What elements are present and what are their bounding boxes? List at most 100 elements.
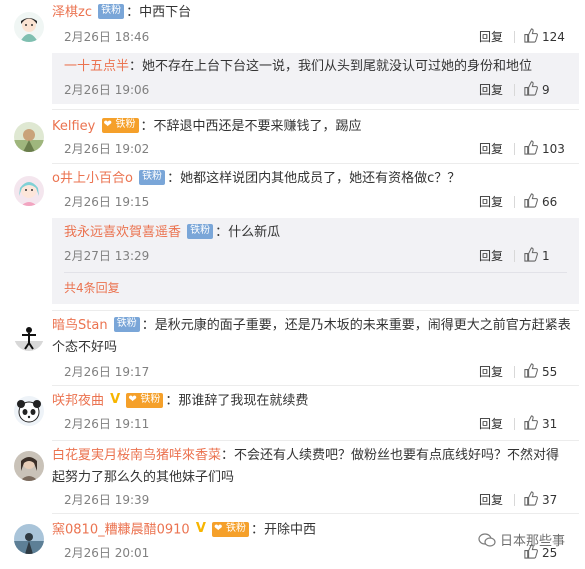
like-button[interactable]: 103 [523,139,575,159]
divider [52,109,579,110]
comment-text: 什么新瓜 [228,225,281,240]
divider [514,143,515,155]
reply-button[interactable]: 回复 [479,362,503,382]
username[interactable]: Kelfiey [52,119,95,134]
avatar[interactable] [14,12,44,42]
comment-body: 暗鸟Stan 铁粉 ：是秋元康的面子重要，还是乃木坂的未来重要，闹得更大之前官方赶… [52,317,571,355]
username[interactable]: 泽棋zc [52,5,92,20]
timestamp: 2月26日 19:11 [64,417,150,431]
divider [52,513,579,514]
comment-text: 那谁辞了我现在就续费 [178,393,309,409]
like-button[interactable]: 66 [523,192,575,212]
heart-icon: ❤ [214,522,223,534]
comment-text: 中西下台 [139,5,192,20]
comment-meta: 2月26日 19:06 回复 9 [52,80,575,100]
like-count: 37 [542,493,558,507]
divider [514,250,515,262]
timestamp: 2月26日 19:17 [64,365,150,379]
comment-text: 不辞退中西还是不要来赚钱了，踢应 [153,119,362,134]
username[interactable]: 咲邦夜曲 [52,394,104,409]
divider [52,385,579,386]
avatar[interactable] [14,524,44,554]
avatar[interactable] [14,176,44,206]
comment-body: 泽棋zc 铁粉 ：中西下台 [52,4,192,20]
thumbs-up-icon [524,247,538,262]
timestamp: 2月26日 19:15 [64,195,150,209]
divider [514,366,515,378]
fan-badge: 铁粉 [187,224,214,239]
heart-icon: ❤ [103,119,112,130]
username[interactable]: o井上小百合o [52,171,133,186]
comment-meta: 2月26日 19:17 回复 55 [52,362,575,382]
watermark-text: 日本那些事 [499,534,565,549]
like-count: 55 [542,365,558,379]
fan-badge: 铁粉 [98,4,125,19]
fan-badge: ❤ 铁粉 [126,392,164,408]
reply-button[interactable]: 回复 [479,27,503,47]
avatar[interactable] [14,451,44,481]
comment-meta: 2月26日 19:39 回复 37 [52,490,575,510]
fan-badge: ❤ 铁粉 [212,521,250,537]
reply-button[interactable]: 回复 [479,414,503,434]
divider [514,196,515,208]
view-more-replies-link[interactable]: 共4条回复 [64,278,120,298]
thumbs-up-icon [524,28,538,43]
timestamp: 2月26日 19:06 [64,83,150,97]
comment-meta: 2月26日 18:46 回复 124 [52,27,575,47]
thumbs-up-icon [524,363,538,378]
thumbs-up-icon [524,193,538,208]
reply-button[interactable]: 回复 [479,246,503,266]
reply-button[interactable]: 回复 [479,139,503,159]
thumbs-up-icon [524,415,538,430]
timestamp: 2月26日 20:01 [64,546,150,560]
divider [514,31,515,43]
wechat-icon [478,532,496,547]
like-button[interactable]: 37 [523,490,575,510]
username[interactable]: 窯0810_糟糠晨醋0910 [52,523,190,538]
fan-badge: 铁粉 [113,317,140,332]
like-count: 1 [542,249,550,263]
reply-button[interactable]: 回复 [479,80,503,100]
comment-meta: 2月26日 19:11 回复 31 [52,414,575,434]
avatar[interactable] [14,396,44,426]
timestamp: 2月26日 19:39 [64,493,150,507]
fan-badge: ❤ 铁粉 [101,118,139,133]
like-button[interactable]: 31 [523,414,575,434]
comment-body: 白花夏実月桜南鸟猪咩來香菜：不会还有人续费吧？做粉丝也要有点底线好吗？不然对得起… [52,448,560,485]
username[interactable]: 一十五点半 [64,59,129,74]
divider [52,440,579,441]
divider [52,310,579,311]
like-button[interactable]: 9 [523,80,575,100]
comment-text: 她不存在上台下台这一说，我们从头到尾就没认可过她的身份和地位 [142,59,533,74]
avatar[interactable] [14,321,44,351]
divider [64,272,567,273]
username[interactable]: 暗鸟Stan [52,318,108,333]
divider [52,163,579,164]
like-count: 103 [542,142,565,156]
divider [514,418,515,430]
comment-body: 咲邦夜曲 V ❤ 铁粉 ：那谁辞了我现在就续费 [52,390,573,413]
comment-body: Kelfiey ❤ 铁粉 ：不辞退中西还是不要来赚钱了，踢应 [52,118,362,134]
comment-text: 开除中西 [264,522,317,538]
timestamp: 2月26日 18:46 [64,30,150,44]
sub-reply-body: 一十五点半：她不存在上台下台这一说，我们从头到尾就没认可过她的身份和地位 [64,59,533,74]
comment-body: o井上小百合o 铁粉 ：她都这样说团内其他成员了，她还有资格做c？？ [52,170,461,186]
watermark: 日本那些事 [478,532,565,551]
username[interactable]: 我永远喜欢賀喜遥香 [64,225,181,240]
divider [514,494,515,506]
thumbs-up-icon [524,491,538,506]
vip-icon: V [110,392,121,407]
timestamp: 2月26日 19:02 [64,142,150,156]
sub-reply-body: 我永远喜欢賀喜遥香 铁粉 ：什么新瓜 [64,224,281,240]
like-button[interactable]: 55 [523,362,575,382]
heart-icon: ❤ [128,393,137,405]
like-button[interactable]: 124 [523,27,575,47]
like-count: 66 [542,195,558,209]
like-button[interactable]: 1 [523,246,575,266]
reply-button[interactable]: 回复 [479,490,503,510]
comment-meta: 2月26日 19:02 回复 103 [52,139,575,159]
avatar[interactable] [14,122,44,152]
username[interactable]: 白花夏実月桜南鸟猪咩來香菜 [52,448,221,463]
timestamp: 2月27日 13:29 [64,249,150,263]
reply-button[interactable]: 回复 [479,192,503,212]
